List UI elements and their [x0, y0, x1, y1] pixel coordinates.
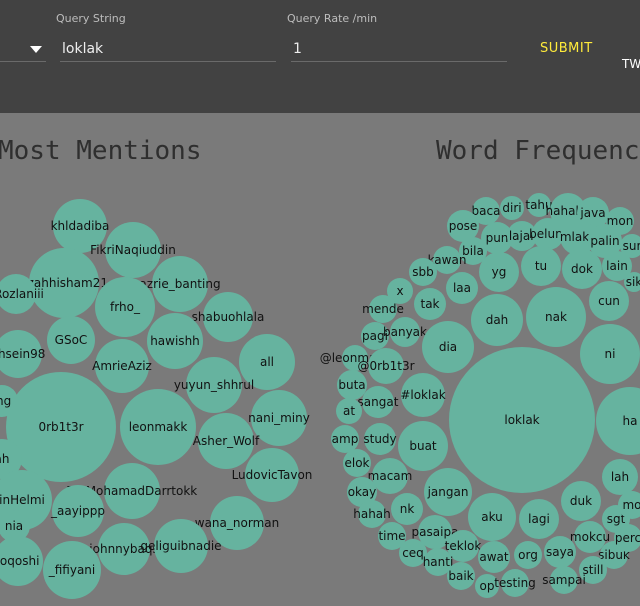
mentions-bubble-chart: khldadibaFikriNaqiuddinnzahhisham21 azrie… — [0, 199, 312, 599]
mention-label-ing: ing — [0, 394, 11, 408]
mention-label-ohsein98: ohsein98 — [0, 347, 45, 361]
mention-label-leonmakk: leonmakk — [129, 420, 188, 434]
mention-label-0rb1t3r: 0rb1t3r — [38, 420, 83, 434]
word-label-duk: duk — [570, 494, 592, 508]
word-label-dah: dah — [486, 313, 509, 327]
word-label-tu: tu — [535, 259, 547, 273]
word-label-jangan: jangan — [427, 485, 469, 499]
tab-label-truncated[interactable]: TWI — [622, 57, 640, 71]
word-label-banyak: banyak — [383, 325, 427, 339]
word-label-time: time — [378, 529, 405, 543]
word-label-saya: saya — [546, 545, 574, 559]
mention-label-frho: frho_ — [110, 300, 141, 314]
dropdown-arrow-icon[interactable] — [30, 46, 42, 53]
word-label-pun: pun — [486, 231, 509, 245]
word-label-sur: sur — [623, 239, 640, 253]
word-label-dok: dok — [571, 262, 593, 276]
word-label-testing: testing — [494, 576, 536, 590]
word-label-awat: awat — [479, 550, 509, 564]
word-label-sangat: sangat — [358, 395, 399, 409]
mention-label-all: all — [260, 355, 274, 369]
mention-label-wana-norman: wana_norman — [195, 516, 279, 530]
word-label-ha: ha — [623, 414, 638, 428]
word-label-okay: okay — [348, 485, 377, 499]
word-label-loklak: #loklak — [400, 388, 445, 402]
mention-label-nani-miny: nani_miny — [248, 411, 310, 425]
mention-label-aayippp: _aayippp — [50, 504, 105, 518]
word-label-tak: tak — [420, 297, 439, 311]
word-label-nak: nak — [545, 310, 567, 324]
word-label-0rb1t3r: @0rb1t3r — [357, 359, 414, 373]
word-label-hahah: hahah — [353, 507, 391, 521]
dropdown-underline — [0, 61, 46, 62]
word-label-buta: buta — [338, 378, 365, 392]
query-rate-label: Query Rate /min — [287, 12, 378, 25]
word-label-lain: lain — [606, 259, 628, 273]
query-rate-input[interactable]: 1 — [291, 36, 507, 62]
bubble-charts: khldadibaFikriNaqiuddinnzahhisham21 azrie… — [0, 193, 640, 599]
word-label-elok: elok — [344, 456, 369, 470]
word-label-perc: perc — [615, 531, 640, 545]
word-label-amp: amp — [332, 432, 359, 446]
query-string-input[interactable]: loklak — [60, 36, 276, 62]
word-label-op: op — [480, 579, 495, 593]
mention-label-gsoc: GSoC — [55, 333, 88, 347]
mention-label-geliguibnadie: geliguibnadie — [140, 539, 221, 553]
word-label-sampai: sampai — [542, 573, 586, 587]
mention-label-asher-wolf: Asher_Wolf — [193, 434, 260, 448]
word-label-nk: nk — [400, 502, 415, 516]
submit-button[interactable]: SUBMIT — [532, 38, 601, 60]
word-label-loklak: loklak — [504, 413, 539, 427]
word-label-macam: macam — [368, 469, 413, 483]
word-label-baik: baik — [448, 569, 473, 583]
mention-label-hawishh: hawishh — [150, 334, 200, 348]
mention-label-nia: nia — [5, 519, 23, 533]
word-label-at: at — [343, 404, 355, 418]
query-string-label: Query String — [56, 12, 126, 25]
word-label-mo: mo — [622, 498, 640, 512]
word-label-yg: yg — [492, 265, 507, 279]
mention-label-fikrinaqiuddin: FikriNaqiuddin — [90, 243, 176, 257]
mention-label-azrie-banting: azrie_banting — [139, 277, 220, 291]
word-label-ni: ni — [605, 347, 616, 361]
words-bubble-chart: baca diri tahuhahahajavamonposepun lajarbel… — [320, 193, 640, 598]
mention-label-khldadiba: khldadiba — [51, 219, 110, 233]
mention-label-inhelmi: inHelmi — [0, 493, 45, 507]
word-label-diri: diri — [502, 201, 521, 215]
word-label-mende: mende — [362, 302, 404, 316]
word-label-sbb: sbb — [412, 265, 434, 279]
word-label-aku: aku — [481, 510, 503, 524]
word-label-cun: cun — [598, 294, 620, 308]
word-label-palin: palin — [590, 234, 619, 248]
word-label-baca: baca — [472, 204, 501, 218]
query-toolbar: Query String loklak Query Rate /min 1 SU… — [0, 0, 640, 113]
word-label-lah: lah — [611, 470, 629, 484]
word-label-dia: dia — [439, 340, 457, 354]
word-label-mokcu: mokcu — [570, 530, 610, 544]
word-label-study: study — [363, 432, 396, 446]
word-label-sik: sik — [626, 275, 640, 289]
word-label-ceq: ceq — [402, 546, 424, 560]
mention-label-rozlaniii: _Rozlaniii — [0, 287, 44, 301]
word-label-org: org — [518, 548, 538, 562]
word-label-x: x — [396, 284, 403, 298]
word-label-teklok: teklok — [445, 539, 482, 553]
mention-label-amrieaziz: AmrieAziz — [92, 359, 152, 373]
mention-label-ludovictavon: LudovicTavon — [232, 468, 313, 482]
word-label-hanti: hanti — [423, 555, 454, 569]
mention-label-loqoshi: loqoshi — [0, 554, 39, 568]
word-label-pose: pose — [449, 219, 478, 233]
word-label-buat: buat — [409, 439, 437, 453]
mention-label-yuyun-shhrul: yuyun_shhrul — [174, 378, 254, 392]
word-label-lagi: lagi — [528, 512, 550, 526]
mention-label-fifiyani: _fifiyani — [48, 563, 96, 577]
word-label-java: java — [579, 206, 605, 220]
mention-label-ah: ah — [0, 452, 9, 466]
mention-label-shabuohlala: shabuohlala — [192, 310, 265, 324]
word-label-laa: laa — [453, 281, 471, 295]
